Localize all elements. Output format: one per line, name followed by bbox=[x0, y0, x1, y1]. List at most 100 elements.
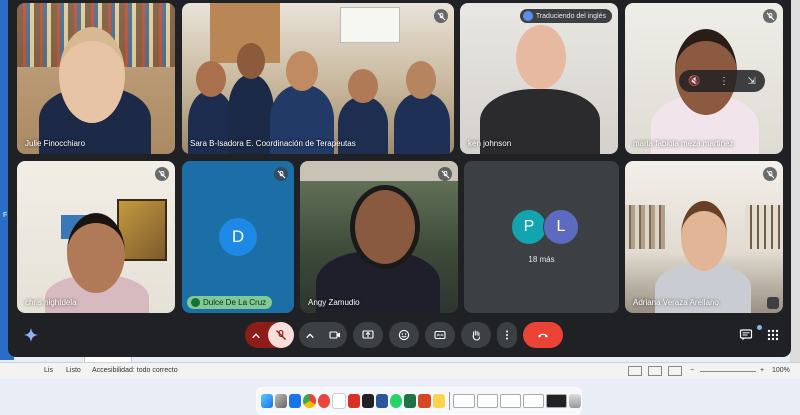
participant-tile[interactable]: chris nightdela bbox=[17, 161, 175, 313]
participant-tile[interactable]: Angy Zamudio bbox=[300, 161, 458, 313]
zoom-out-icon[interactable]: − bbox=[690, 367, 694, 374]
others-count: 18 más bbox=[528, 255, 555, 264]
hangup-icon bbox=[538, 333, 548, 338]
mic-off-icon bbox=[274, 167, 288, 181]
camera-button[interactable] bbox=[322, 322, 348, 348]
chevron-up-icon[interactable] bbox=[251, 328, 261, 346]
others-avatars: P L bbox=[511, 209, 581, 245]
launchpad-icon[interactable] bbox=[275, 394, 288, 408]
chrome-icon[interactable] bbox=[303, 394, 316, 408]
mic-off-icon bbox=[276, 329, 286, 340]
minimized-window[interactable] bbox=[545, 394, 567, 408]
activities-icon[interactable] bbox=[766, 328, 780, 342]
participant-name: Julie Finocchiaro bbox=[25, 139, 86, 148]
participant-tile[interactable]: Julie Finocchiaro bbox=[17, 3, 175, 154]
mute-participant-icon[interactable]: 🔇 bbox=[688, 76, 700, 87]
pin-icon[interactable]: ⇲ bbox=[747, 76, 755, 87]
participant-name: Angy Zamudio bbox=[308, 298, 360, 307]
zoom-slider[interactable] bbox=[700, 371, 756, 372]
avatar: L bbox=[543, 209, 579, 245]
more-options-icon[interactable]: ⋮ bbox=[719, 76, 729, 87]
mic-off-icon bbox=[763, 167, 777, 181]
more-icon bbox=[506, 330, 508, 340]
mail-icon[interactable] bbox=[289, 394, 302, 408]
mic-group bbox=[245, 322, 294, 348]
whatsapp-icon[interactable] bbox=[390, 394, 403, 408]
more-options-button[interactable] bbox=[497, 322, 517, 348]
participant-tile[interactable]: Adriana Veraza Arellano bbox=[625, 161, 783, 313]
camera-icon bbox=[329, 331, 340, 339]
mic-off-icon bbox=[763, 9, 777, 23]
emoji-button[interactable] bbox=[389, 322, 419, 348]
meet-window: Julie Finocchiaro Sara B-Isadora E. Coor… bbox=[8, 0, 791, 357]
participant-tile[interactable]: Sara B-Isadora E. Coordinación de Terape… bbox=[182, 3, 454, 154]
video-feed bbox=[300, 161, 458, 313]
participant-name: Adriana Veraza Arellano bbox=[633, 298, 719, 307]
avatar: D bbox=[219, 218, 257, 256]
page-layout-icon[interactable] bbox=[648, 366, 662, 376]
video-feed bbox=[17, 161, 175, 313]
powerpoint-icon[interactable] bbox=[418, 394, 431, 408]
excel-sheet-marker: F bbox=[3, 212, 8, 219]
video-feed bbox=[625, 161, 783, 313]
gemini-icon[interactable] bbox=[24, 328, 38, 342]
captions-button[interactable] bbox=[425, 322, 455, 348]
status-sheet-nav[interactable]: Lis bbox=[44, 367, 53, 374]
emoji-icon bbox=[398, 329, 410, 341]
status-accessibility[interactable]: Accesibilidad: todo correcto bbox=[92, 367, 178, 374]
raise-hand-button[interactable] bbox=[461, 322, 491, 348]
camera-group bbox=[299, 322, 347, 348]
participant-name: ken johnson bbox=[468, 139, 512, 148]
minimized-window[interactable] bbox=[522, 394, 544, 408]
translation-chip-label: Traduciendo del inglés bbox=[535, 12, 606, 20]
app-icon[interactable] bbox=[317, 394, 330, 408]
captions-icon bbox=[434, 330, 446, 340]
excel-status-bar: Lis Listo Accesibilidad: todo correcto −… bbox=[0, 362, 800, 379]
minimized-window[interactable] bbox=[499, 394, 521, 408]
minimized-window[interactable] bbox=[453, 394, 475, 408]
participant-name: maria fabiola meza martinez bbox=[633, 139, 734, 148]
participant-tile[interactable]: D Dulce De La Cruz bbox=[182, 161, 294, 313]
finder-icon[interactable] bbox=[261, 394, 274, 408]
translation-chip[interactable]: Traduciendo del inglés bbox=[519, 9, 612, 23]
video-feed bbox=[17, 3, 175, 154]
present-button[interactable] bbox=[353, 322, 383, 348]
raised-hand-icon bbox=[191, 298, 200, 307]
speaking-badge: Dulce De La Cruz bbox=[187, 296, 273, 309]
notion-icon[interactable] bbox=[361, 394, 374, 408]
participant-tile[interactable]: 🔇 ⋮ ⇲ maria fabiola meza martinez bbox=[625, 3, 783, 154]
dock-divider bbox=[448, 392, 450, 410]
participant-tile[interactable]: Traduciendo del inglés ken johnson bbox=[460, 3, 618, 154]
leave-call-button[interactable] bbox=[523, 322, 563, 348]
app-icon[interactable] bbox=[331, 393, 346, 409]
tile-hover-menu[interactable]: 🔇 ⋮ ⇲ bbox=[679, 70, 765, 92]
chat-icon[interactable] bbox=[739, 328, 753, 342]
mic-off-icon bbox=[434, 9, 448, 23]
trash-icon[interactable] bbox=[568, 394, 581, 408]
frame-icon[interactable] bbox=[767, 297, 779, 309]
avatar: P bbox=[511, 209, 547, 245]
mic-off-icon bbox=[438, 167, 452, 181]
chevron-up-icon[interactable] bbox=[305, 328, 315, 346]
normal-view-icon[interactable] bbox=[628, 366, 642, 376]
zoom-in-icon[interactable]: + bbox=[760, 367, 764, 374]
video-feed bbox=[460, 3, 618, 154]
mic-off-button[interactable] bbox=[268, 322, 294, 348]
zoom-level: 100% bbox=[772, 367, 790, 374]
minimized-window[interactable] bbox=[476, 394, 498, 408]
chat-unread-badge bbox=[757, 325, 762, 330]
participant-name: Sara B-Isadora E. Coordinación de Terape… bbox=[190, 139, 356, 148]
excel-scrollbar[interactable] bbox=[790, 0, 800, 362]
pdf-icon[interactable] bbox=[347, 394, 360, 408]
video-feed bbox=[182, 3, 454, 154]
participant-name: Dulce De La Cruz bbox=[203, 298, 267, 307]
present-icon bbox=[362, 330, 374, 339]
others-tile[interactable]: P L 18 más bbox=[464, 161, 619, 313]
translate-icon bbox=[522, 11, 533, 21]
mic-off-icon bbox=[155, 167, 169, 181]
word-icon[interactable] bbox=[376, 394, 389, 408]
notes-icon[interactable] bbox=[432, 394, 445, 408]
status-ready: Listo bbox=[66, 367, 81, 374]
page-break-icon[interactable] bbox=[668, 366, 682, 376]
excel-icon[interactable] bbox=[404, 394, 417, 408]
